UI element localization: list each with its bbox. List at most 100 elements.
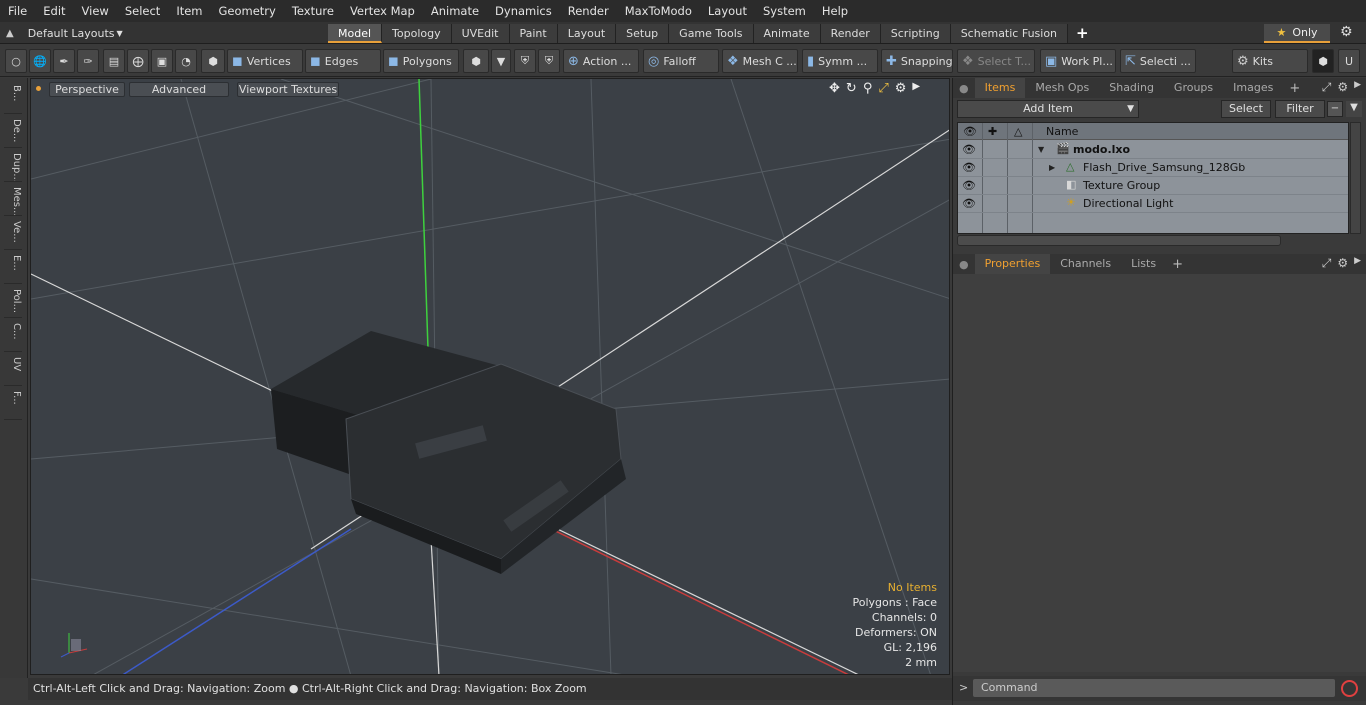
move-view-icon[interactable]: ✥	[829, 81, 840, 96]
tab-animate[interactable]: Animate	[753, 24, 821, 43]
left-strip-tab[interactable]: Mes...	[4, 184, 22, 216]
item-list-vscrollbar[interactable]	[1350, 122, 1361, 234]
menu-system[interactable]: System	[755, 0, 814, 22]
expand-arrow-icon[interactable]: ▶	[1049, 159, 1055, 177]
chevron-down-icon[interactable]: ▼	[491, 49, 511, 73]
tab-paint[interactable]: Paint	[509, 24, 558, 43]
menu-view[interactable]: View	[74, 0, 117, 22]
left-strip-tab[interactable]: UV	[4, 354, 22, 386]
tab-topology[interactable]: Topology	[382, 24, 452, 43]
popout-icon[interactable]: ⤢	[1322, 256, 1332, 271]
tab-model[interactable]: Model	[328, 24, 383, 43]
only-toggle[interactable]: ★ Only	[1264, 24, 1330, 43]
action-center-button[interactable]: ⊕ Action ...	[563, 49, 639, 73]
edges-button[interactable]: ◼ Edges	[305, 49, 381, 73]
tab-uvedit[interactable]: UVEdit	[451, 24, 510, 43]
tab-groups[interactable]: Groups	[1164, 78, 1223, 98]
symmetry-button[interactable]: ▮ Symm ...	[802, 49, 878, 73]
left-strip-tab[interactable]: Dup...	[4, 150, 22, 182]
item-list[interactable]: 👁 ✚ △ Name 👁 ▼ 🎬 modo.lxo 👁 ▶ △ Flash_Dr…	[957, 122, 1349, 234]
list-item[interactable]: 👁 ▶ △ Flash_Drive_Samsung_128Gb	[958, 159, 1348, 177]
left-strip-tab[interactable]: Pol...	[4, 286, 22, 318]
item-mode-icon[interactable]: ⬢	[201, 49, 225, 73]
list-item[interactable]: 👁 ▼ 🎬 modo.lxo	[958, 141, 1348, 159]
funnel-icon[interactable]: ▼	[1346, 101, 1362, 117]
perspective-button[interactable]: Perspective	[49, 82, 125, 97]
add-item-button[interactable]: Add Item ▼	[957, 100, 1139, 118]
shield-icon[interactable]: ⛨	[538, 49, 560, 73]
left-strip-tab[interactable]: E...	[4, 252, 22, 284]
tab-schematic-fusion[interactable]: Schematic Fusion	[950, 24, 1069, 43]
left-strip-tab[interactable]: De...	[4, 116, 22, 148]
menu-layout[interactable]: Layout	[700, 0, 755, 22]
menu-geometry[interactable]: Geometry	[211, 0, 284, 22]
3d-viewport[interactable]: Perspective Advanced Viewport Textures ✥…	[30, 78, 950, 675]
tab-setup[interactable]: Setup	[616, 24, 670, 43]
expand-arrow-icon[interactable]: ▼	[1038, 141, 1044, 159]
expand-icon[interactable]: ▲	[6, 28, 14, 39]
chevron-right-icon[interactable]: >	[959, 681, 968, 694]
tab-scripting[interactable]: Scripting	[880, 24, 951, 43]
viewport-gear-icon[interactable]: ⚙	[895, 81, 907, 96]
menu-vertex-map[interactable]: Vertex Map	[342, 0, 423, 22]
tab-game-tools[interactable]: Game Tools	[669, 24, 754, 43]
brush-icon[interactable]: ✑	[77, 49, 99, 73]
globe-icon[interactable]: 🌐	[29, 49, 51, 73]
eye-icon[interactable]: 👁	[962, 179, 976, 192]
eye-icon[interactable]: 👁	[962, 197, 976, 210]
tab-render[interactable]: Render	[820, 24, 881, 43]
snapping-button[interactable]: ✚ Snapping	[881, 49, 953, 73]
add-tab-icon[interactable]: +	[1166, 257, 1189, 272]
add-tab-icon[interactable]: +	[1068, 24, 1097, 43]
menu-select[interactable]: Select	[117, 0, 168, 22]
list-item[interactable]: 👁 ☀ Directional Light	[958, 195, 1348, 213]
transform-icon[interactable]: ⨁	[127, 49, 149, 73]
vertices-button[interactable]: ◼ Vertices	[227, 49, 303, 73]
layout-selector[interactable]: ▲ Default Layouts ▼	[6, 22, 123, 44]
list-item[interactable]: 👁 ◧ Texture Group	[958, 177, 1348, 195]
left-strip-tab[interactable]: B...	[4, 82, 22, 114]
advanced-button[interactable]: Advanced	[129, 82, 229, 97]
mesh-constraint-button[interactable]: ❖ Mesh C ...	[722, 49, 798, 73]
unreal-logo-icon[interactable]: U	[1338, 49, 1360, 73]
menu-file[interactable]: File	[0, 0, 35, 22]
menu-item[interactable]: Item	[168, 0, 210, 22]
eye-icon[interactable]: 👁	[962, 161, 976, 174]
add-tab-icon[interactable]: +	[1283, 81, 1306, 96]
tab-layout[interactable]: Layout	[557, 24, 617, 43]
item-list-hscrollbar[interactable]	[957, 235, 1281, 246]
rotate-icon[interactable]: ◔	[175, 49, 197, 73]
pen-icon[interactable]: ✒	[53, 49, 75, 73]
falloff-button[interactable]: ◎ Falloff	[643, 49, 719, 73]
symmetry-shield-icon[interactable]: ⛨	[514, 49, 536, 73]
menu-help[interactable]: Help	[814, 0, 856, 22]
left-strip-tab[interactable]: F...	[4, 388, 22, 420]
panel-menu-icon[interactable]: ▶	[1354, 80, 1361, 95]
kits-button[interactable]: ⚙ Kits	[1232, 49, 1308, 73]
menu-texture[interactable]: Texture	[284, 0, 342, 22]
panel-menu-icon[interactable]: ▶	[1354, 256, 1361, 271]
filter-button[interactable]: Filter	[1275, 100, 1325, 118]
modo-logo-icon[interactable]: ⬢	[1312, 49, 1334, 73]
zoom-view-icon[interactable]: ⚲	[863, 81, 873, 96]
select-through-button[interactable]: ❖ Select T...	[957, 49, 1035, 73]
menu-dynamics[interactable]: Dynamics	[487, 0, 560, 22]
selection-button[interactable]: ⇱ Selecti ...	[1120, 49, 1196, 73]
eye-icon[interactable]: 👁	[962, 143, 976, 156]
tab-shading[interactable]: Shading	[1099, 78, 1164, 98]
tab-mesh-ops[interactable]: Mesh Ops	[1025, 78, 1099, 98]
panel-gear-icon[interactable]: ⚙	[1337, 80, 1348, 95]
maximize-icon[interactable]: ⤢	[878, 81, 888, 96]
polygons-button[interactable]: ◼ Polygons	[383, 49, 459, 73]
material-icon[interactable]: ⬢	[463, 49, 489, 73]
tab-properties[interactable]: Properties	[974, 254, 1051, 274]
align-icon[interactable]: ▤	[103, 49, 125, 73]
command-input[interactable]: Command	[973, 679, 1335, 697]
menu-maxtomodo[interactable]: MaxToModo	[617, 0, 700, 22]
tab-images[interactable]: Images	[1223, 78, 1283, 98]
record-icon[interactable]	[1341, 680, 1358, 697]
viewport-menu-icon[interactable]: ▶	[912, 81, 920, 96]
tab-items[interactable]: Items	[974, 78, 1026, 98]
popout-icon[interactable]: ⤢	[1322, 80, 1332, 95]
rotate-view-icon[interactable]: ↻	[846, 81, 857, 96]
